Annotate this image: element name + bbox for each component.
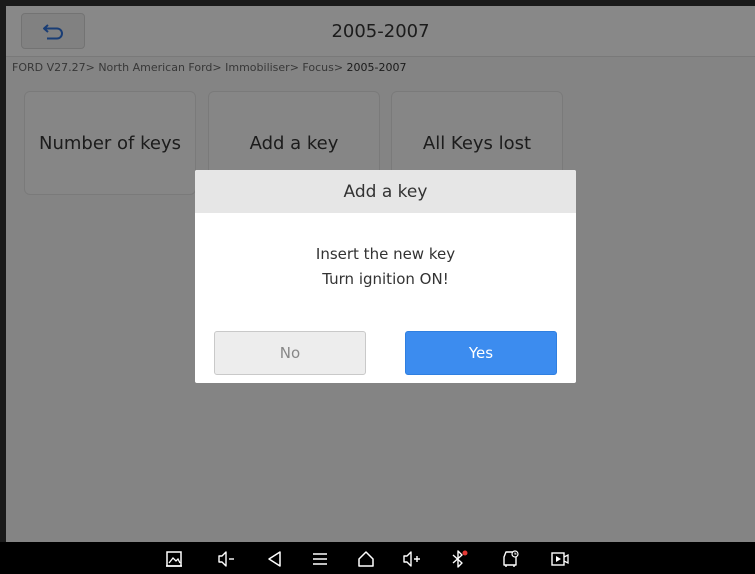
screen-record-icon[interactable] [549, 548, 571, 570]
add-key-dialog: Add a key Insert the new key Turn igniti… [195, 170, 576, 383]
volume-down-icon[interactable] [215, 548, 237, 570]
no-button[interactable]: No [214, 331, 366, 375]
screenshot-icon[interactable] [163, 548, 185, 570]
dialog-message-line2: Turn ignition ON! [322, 270, 449, 288]
back-icon[interactable] [264, 548, 286, 570]
yes-button[interactable]: Yes [405, 331, 557, 375]
system-nav-bar [0, 542, 755, 574]
dialog-message: Insert the new key Turn ignition ON! [195, 242, 576, 292]
dialog-title: Add a key [195, 170, 576, 213]
dialog-message-line1: Insert the new key [315, 245, 456, 263]
app-screen: 2005-2007 FORD V27.27> North American Fo… [6, 6, 755, 542]
volume-up-icon[interactable] [400, 548, 422, 570]
bluetooth-icon[interactable] [448, 548, 470, 570]
vci-icon[interactable] [500, 548, 522, 570]
menu-icon[interactable] [309, 548, 331, 570]
home-icon[interactable] [355, 548, 377, 570]
